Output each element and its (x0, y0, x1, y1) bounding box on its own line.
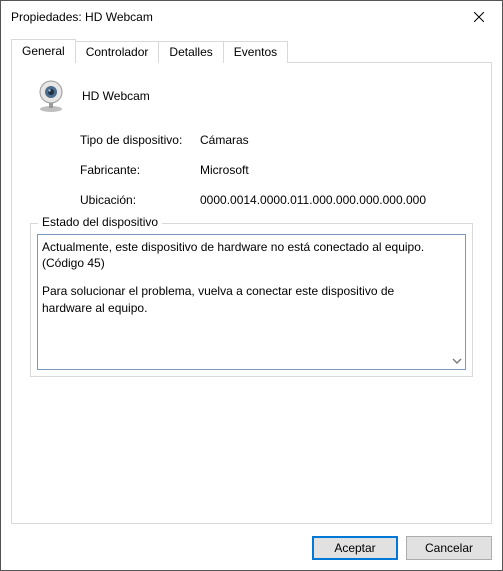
device-status-text[interactable]: Actualmente, este dispositivo de hardwar… (37, 234, 466, 370)
window-title: Propiedades: HD Webcam (11, 10, 456, 24)
status-groupbox: Estado del dispositivo Actualmente, este… (30, 223, 473, 377)
cancel-button[interactable]: Cancelar (406, 536, 492, 560)
value-manufacturer: Microsoft (200, 163, 473, 177)
tab-details[interactable]: Detalles (159, 41, 223, 63)
status-group-border: Actualmente, este dispositivo de hardwar… (30, 223, 473, 377)
tab-general[interactable]: General (11, 39, 76, 63)
chevron-down-icon (452, 356, 462, 366)
webcam-icon (34, 79, 68, 113)
dialog-buttons: Aceptar Cancelar (11, 524, 492, 560)
close-button[interactable] (456, 1, 502, 33)
tabpanel-general: HD Webcam Tipo de dispositivo: Cámaras F… (11, 62, 492, 524)
label-location: Ubicación: (80, 193, 200, 207)
value-location: 0000.0014.0000.011.000.000.000.000.000 (200, 193, 473, 207)
label-type: Tipo de dispositivo: (80, 133, 200, 147)
status-line-2: Para solucionar el problema, vuelva a co… (42, 283, 447, 315)
ok-button[interactable]: Aceptar (312, 536, 398, 560)
properties-window: Propiedades: HD Webcam General Controlad… (0, 0, 503, 571)
tabstrip: General Controlador Detalles Eventos (11, 41, 492, 63)
device-header: HD Webcam (30, 79, 473, 113)
tab-events[interactable]: Eventos (224, 41, 288, 63)
status-line-1: Actualmente, este dispositivo de hardwar… (42, 239, 447, 271)
client-area: General Controlador Detalles Eventos HD … (1, 33, 502, 570)
row-manufacturer: Fabricante: Microsoft (80, 163, 473, 177)
label-manufacturer: Fabricante: (80, 163, 200, 177)
property-list: Tipo de dispositivo: Cámaras Fabricante:… (80, 133, 473, 207)
row-location: Ubicación: 0000.0014.0000.011.000.000.00… (80, 193, 473, 207)
close-icon (474, 12, 484, 22)
titlebar: Propiedades: HD Webcam (1, 1, 502, 33)
status-group-label: Estado del dispositivo (38, 215, 162, 229)
device-name: HD Webcam (82, 89, 150, 103)
tab-driver[interactable]: Controlador (76, 41, 160, 63)
row-type: Tipo de dispositivo: Cámaras (80, 133, 473, 147)
value-type: Cámaras (200, 133, 473, 147)
